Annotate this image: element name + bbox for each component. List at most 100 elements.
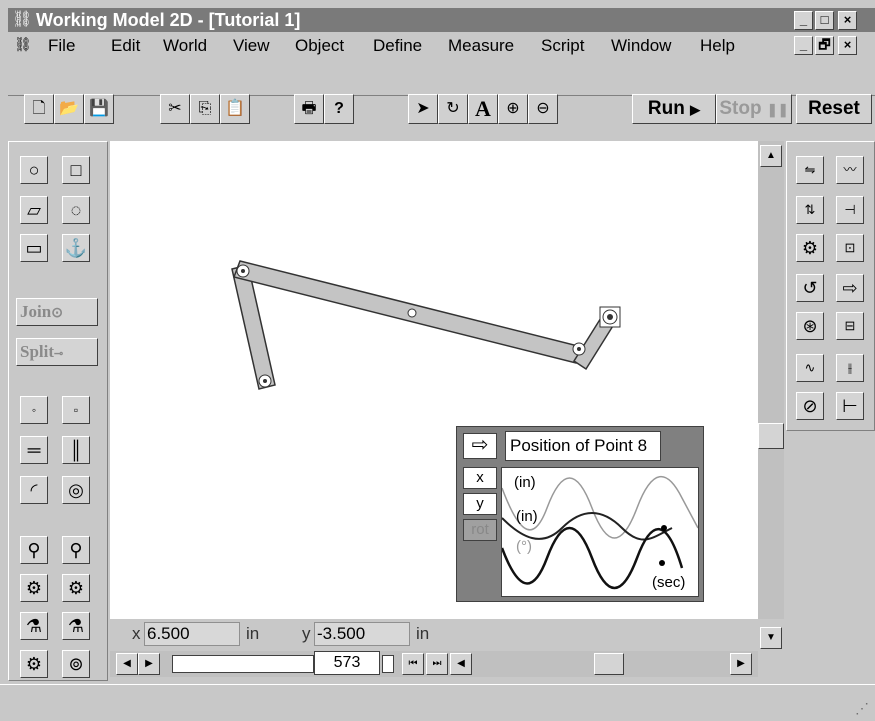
save-icon[interactable]: 💾 (84, 94, 114, 124)
square-tool-icon[interactable]: □ (62, 156, 90, 184)
tape-slider-end[interactable] (382, 655, 394, 673)
vertical-slot-icon[interactable]: ║ (62, 436, 90, 464)
reset-button[interactable]: Reset (796, 94, 872, 124)
pin-joint-icon[interactable]: ⚲ (20, 536, 48, 564)
tape-back-icon[interactable]: ◀ (116, 653, 138, 675)
pulley-system-icon[interactable]: ⊘ (796, 392, 824, 420)
open-folder-icon[interactable]: 📂 (54, 94, 84, 124)
app-icon[interactable]: ⛓ (12, 10, 32, 30)
print-icon[interactable]: 🖶 (294, 94, 324, 124)
stop-button[interactable]: Stop ❚❚ (716, 94, 792, 124)
help-icon[interactable]: ? (324, 94, 354, 124)
menu-world[interactable]: World (163, 36, 207, 56)
scroll-right-icon[interactable]: ▶ (730, 653, 752, 675)
curved-slot-icon[interactable]: ◜ (20, 476, 48, 504)
menu-measure[interactable]: Measure (448, 36, 514, 56)
step-forward-icon[interactable]: ⏭ (426, 653, 448, 675)
curved-body-tool-icon[interactable]: ◌ (62, 196, 90, 224)
vertical-scroll-thumb[interactable] (758, 423, 784, 449)
join-button[interactable]: Join⊙ (16, 298, 98, 326)
scroll-up-icon[interactable]: ▲ (760, 145, 782, 167)
menu-edit[interactable]: Edit (111, 36, 140, 56)
center-of-mass-point[interactable] (407, 308, 417, 318)
meter-tab-y[interactable]: y (463, 493, 497, 515)
document-icon[interactable]: ⛓ (14, 36, 36, 56)
zoom-out-icon[interactable]: ⊖ (528, 94, 558, 124)
zoom-in-icon[interactable]: ⊕ (498, 94, 528, 124)
join-icon: ⊙ (51, 306, 63, 321)
tape-forward-icon[interactable]: ▶ (138, 653, 160, 675)
status-bar: ⋰ (0, 684, 875, 721)
arrow-right-icon[interactable]: ⇨ (463, 433, 497, 459)
torque-icon[interactable]: ↺ (796, 274, 824, 302)
force-arrow-icon[interactable]: ⇨ (836, 274, 864, 302)
horizontal-scroll-thumb[interactable] (594, 653, 624, 675)
vertical-scrollbar[interactable]: ▲ ▼ (758, 141, 784, 649)
spring-icon[interactable]: 〰 (836, 156, 864, 184)
simulation-canvas[interactable]: ⇨ Position of Point 8 x y rot (in) (in) … (110, 141, 758, 619)
doc-close-button[interactable]: × (838, 36, 857, 55)
maximize-button[interactable]: □ (815, 11, 834, 30)
polygon-tool-icon[interactable]: ▱ (20, 196, 48, 224)
motor-joint-icon[interactable]: ⚙ (20, 574, 48, 602)
spring-joint-icon[interactable]: ⚗ (20, 612, 48, 640)
split-button[interactable]: Split⊸ (16, 338, 98, 366)
close-button[interactable]: × (838, 11, 857, 30)
menu-window[interactable]: Window (611, 36, 671, 56)
square-point-tool-icon[interactable]: ▫ (62, 396, 90, 424)
menu-view[interactable]: View (233, 36, 270, 56)
y-unit-label: (in) (516, 508, 538, 525)
arrow-select-icon[interactable]: ➤ (408, 94, 438, 124)
menu-define[interactable]: Define (373, 36, 422, 56)
rotation-damper-icon[interactable]: ⇅ (796, 196, 824, 224)
step-back-icon[interactable]: ⏮ (402, 653, 424, 675)
horizontal-slot-icon[interactable]: ═ (20, 436, 48, 464)
cut-icon[interactable]: ✂ (160, 94, 190, 124)
motor-tool-icon[interactable]: ⊛ (796, 312, 824, 340)
motor-icon[interactable] (599, 306, 621, 328)
text-tool-icon[interactable]: A (468, 94, 498, 124)
new-file-icon[interactable]: 🗋 (24, 94, 54, 124)
rod-icon[interactable]: ⊢ (836, 392, 864, 420)
rot-cursor-dot (659, 560, 665, 566)
anchor-icon[interactable]: ⚓ (62, 234, 90, 262)
actuator-icon[interactable]: ⊟ (836, 312, 864, 340)
tape-progress-bar[interactable] (172, 655, 314, 673)
doc-minimize-button[interactable]: _ (794, 36, 813, 55)
pulley-joint-icon[interactable]: ⊚ (62, 650, 90, 678)
separator-icon[interactable]: ⫲ (836, 354, 864, 382)
gear-joint-icon[interactable]: ⚙ (20, 650, 48, 678)
pulley-icon[interactable]: ⊡ (836, 234, 864, 262)
menu-file[interactable]: File (48, 36, 75, 56)
run-button[interactable]: Run ▶ (632, 94, 716, 124)
gear-icon[interactable]: ⚙ (796, 234, 824, 262)
menu-help[interactable]: Help (700, 36, 735, 56)
doc-restore-button[interactable]: 🗗 (815, 36, 834, 55)
point-tool-icon[interactable]: ◦ (20, 396, 48, 424)
frame-counter[interactable]: 573 (314, 651, 380, 675)
paste-icon[interactable]: 📋 (220, 94, 250, 124)
keyed-slot-icon[interactable]: ◎ (62, 476, 90, 504)
scroll-down-icon[interactable]: ▼ (760, 627, 782, 649)
actuator-joint-icon[interactable]: ⚙ (62, 574, 90, 602)
minimize-button[interactable]: _ (794, 11, 813, 30)
rotate-icon[interactable]: ↻ (438, 94, 468, 124)
damper-icon[interactable]: ⊣ (836, 196, 864, 224)
damper-joint-icon[interactable]: ⚗ (62, 612, 90, 640)
scroll-left-icon[interactable]: ◀ (450, 653, 472, 675)
resize-grip-icon[interactable]: ⋰ (855, 700, 869, 717)
meter-tab-x[interactable]: x (463, 467, 497, 489)
circle-tool-icon[interactable]: ○ (20, 156, 48, 184)
menu-script[interactable]: Script (541, 36, 584, 56)
pause-icon: ❚❚ (766, 102, 789, 117)
rigid-joint-icon[interactable]: ⚲ (62, 536, 90, 564)
position-meter[interactable]: ⇨ Position of Point 8 x y rot (in) (in) … (456, 426, 704, 602)
meter-tab-rot[interactable]: rot (463, 519, 497, 541)
rectangle-tool-icon[interactable]: ▭ (20, 234, 48, 262)
rope-icon[interactable]: ∿ (796, 354, 824, 382)
y-coordinate-field[interactable]: -3.500 (314, 622, 410, 646)
menu-object[interactable]: Object (295, 36, 344, 56)
rotation-spring-icon[interactable]: ⇋ (796, 156, 824, 184)
copy-icon[interactable]: ⎘ (190, 94, 220, 124)
x-coordinate-field[interactable]: 6.500 (144, 622, 240, 646)
